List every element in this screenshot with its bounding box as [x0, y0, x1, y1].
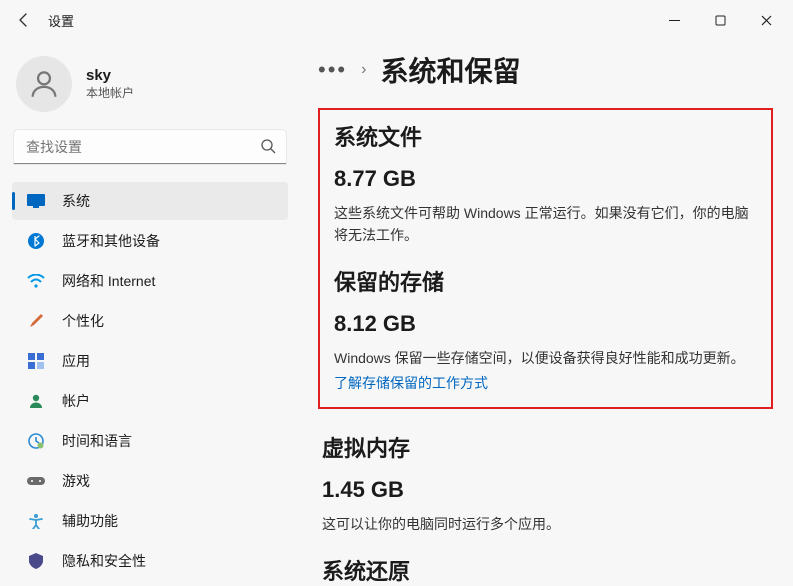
system-files-value: 8.77 GB [334, 166, 757, 192]
sidebar-item-time[interactable]: 时间和语言 [12, 422, 288, 460]
profile-subtitle: 本地帐户 [86, 84, 134, 101]
user-icon [27, 67, 61, 101]
section-title: 保留的存储 [334, 265, 757, 297]
shield-icon [26, 551, 46, 571]
app-title: 设置 [48, 11, 74, 30]
profile[interactable]: sky 本地帐户 [12, 56, 288, 112]
bluetooth-icon [26, 231, 46, 251]
sidebar-item-label: 网络和 Internet [62, 271, 155, 291]
reserved-storage-value: 8.12 GB [334, 311, 757, 337]
sidebar: sky 本地帐户 系统 蓝牙和其他设备 网络和 Internet [0, 40, 300, 586]
close-button[interactable] [743, 5, 789, 35]
search-box [14, 130, 286, 164]
section-title: 虚拟内存 [322, 431, 769, 463]
maximize-icon [715, 15, 726, 26]
sidebar-item-label: 隐私和安全性 [62, 551, 146, 571]
maximize-button[interactable] [697, 5, 743, 35]
section-virtual-memory: 虚拟内存 1.45 GB 这可以让你的电脑同时运行多个应用。 [318, 431, 773, 535]
page-title: 系统和保留 [380, 50, 520, 90]
sidebar-item-label: 帐户 [62, 391, 90, 411]
breadcrumb-more-button[interactable]: ••• [318, 59, 347, 81]
sidebar-item-label: 系统 [62, 191, 90, 211]
virtual-memory-desc: 这可以让你的电脑同时运行多个应用。 [322, 513, 769, 535]
highlighted-region: 系统文件 8.77 GB 这些系统文件可帮助 Windows 正常运行。如果没有… [318, 108, 773, 409]
sidebar-item-label: 个性化 [62, 311, 104, 331]
sidebar-item-label: 辅助功能 [62, 511, 118, 531]
close-icon [761, 15, 772, 26]
section-title: 系统文件 [334, 120, 757, 152]
window-controls [651, 5, 789, 35]
system-icon [26, 191, 46, 211]
breadcrumb: ••• › 系统和保留 [318, 50, 773, 90]
sidebar-item-label: 蓝牙和其他设备 [62, 231, 160, 251]
sidebar-item-label: 游戏 [62, 471, 90, 491]
minimize-icon [669, 15, 680, 26]
titlebar: 设置 [0, 0, 793, 40]
virtual-memory-value: 1.45 GB [322, 477, 769, 503]
sidebar-item-personalization[interactable]: 个性化 [12, 302, 288, 340]
chevron-right-icon: › [361, 61, 366, 79]
search-input[interactable] [14, 130, 286, 164]
section-title: 系统还原 [322, 554, 769, 586]
sidebar-item-bluetooth[interactable]: 蓝牙和其他设备 [12, 222, 288, 260]
reserved-storage-desc: Windows 保留一些存储空间，以便设备获得良好性能和成功更新。 [334, 347, 757, 369]
reserved-storage-link[interactable]: 了解存储保留的工作方式 [334, 373, 757, 393]
accessibility-icon [26, 511, 46, 531]
section-reserved-storage: 保留的存储 8.12 GB Windows 保留一些存储空间，以便设备获得良好性… [334, 265, 757, 393]
sidebar-item-system[interactable]: 系统 [12, 182, 288, 220]
sidebar-item-gaming[interactable]: 游戏 [12, 462, 288, 500]
content: ••• › 系统和保留 系统文件 8.77 GB 这些系统文件可帮助 Windo… [300, 40, 793, 586]
sidebar-item-apps[interactable]: 应用 [12, 342, 288, 380]
avatar [16, 56, 72, 112]
sidebar-item-label: 应用 [62, 351, 90, 371]
system-files-desc: 这些系统文件可帮助 Windows 正常运行。如果没有它们，你的电脑将无法工作。 [334, 202, 757, 247]
minimize-button[interactable] [651, 5, 697, 35]
arrow-left-icon [16, 12, 32, 28]
sidebar-item-label: 时间和语言 [62, 431, 132, 451]
brush-icon [26, 311, 46, 331]
gamepad-icon [26, 471, 46, 491]
search-icon[interactable] [260, 138, 276, 159]
nav-list: 系统 蓝牙和其他设备 网络和 Internet 个性化 应用 帐户 [12, 182, 288, 580]
section-system-files: 系统文件 8.77 GB 这些系统文件可帮助 Windows 正常运行。如果没有… [334, 120, 757, 247]
sidebar-item-privacy[interactable]: 隐私和安全性 [12, 542, 288, 580]
section-system-restore: 系统还原 [318, 554, 773, 586]
sidebar-item-accounts[interactable]: 帐户 [12, 382, 288, 420]
back-button[interactable] [4, 0, 44, 40]
sidebar-item-network[interactable]: 网络和 Internet [12, 262, 288, 300]
clock-icon [26, 431, 46, 451]
apps-icon [26, 351, 46, 371]
profile-name: sky [86, 67, 134, 84]
account-icon [26, 391, 46, 411]
wifi-icon [26, 271, 46, 291]
sidebar-item-accessibility[interactable]: 辅助功能 [12, 502, 288, 540]
